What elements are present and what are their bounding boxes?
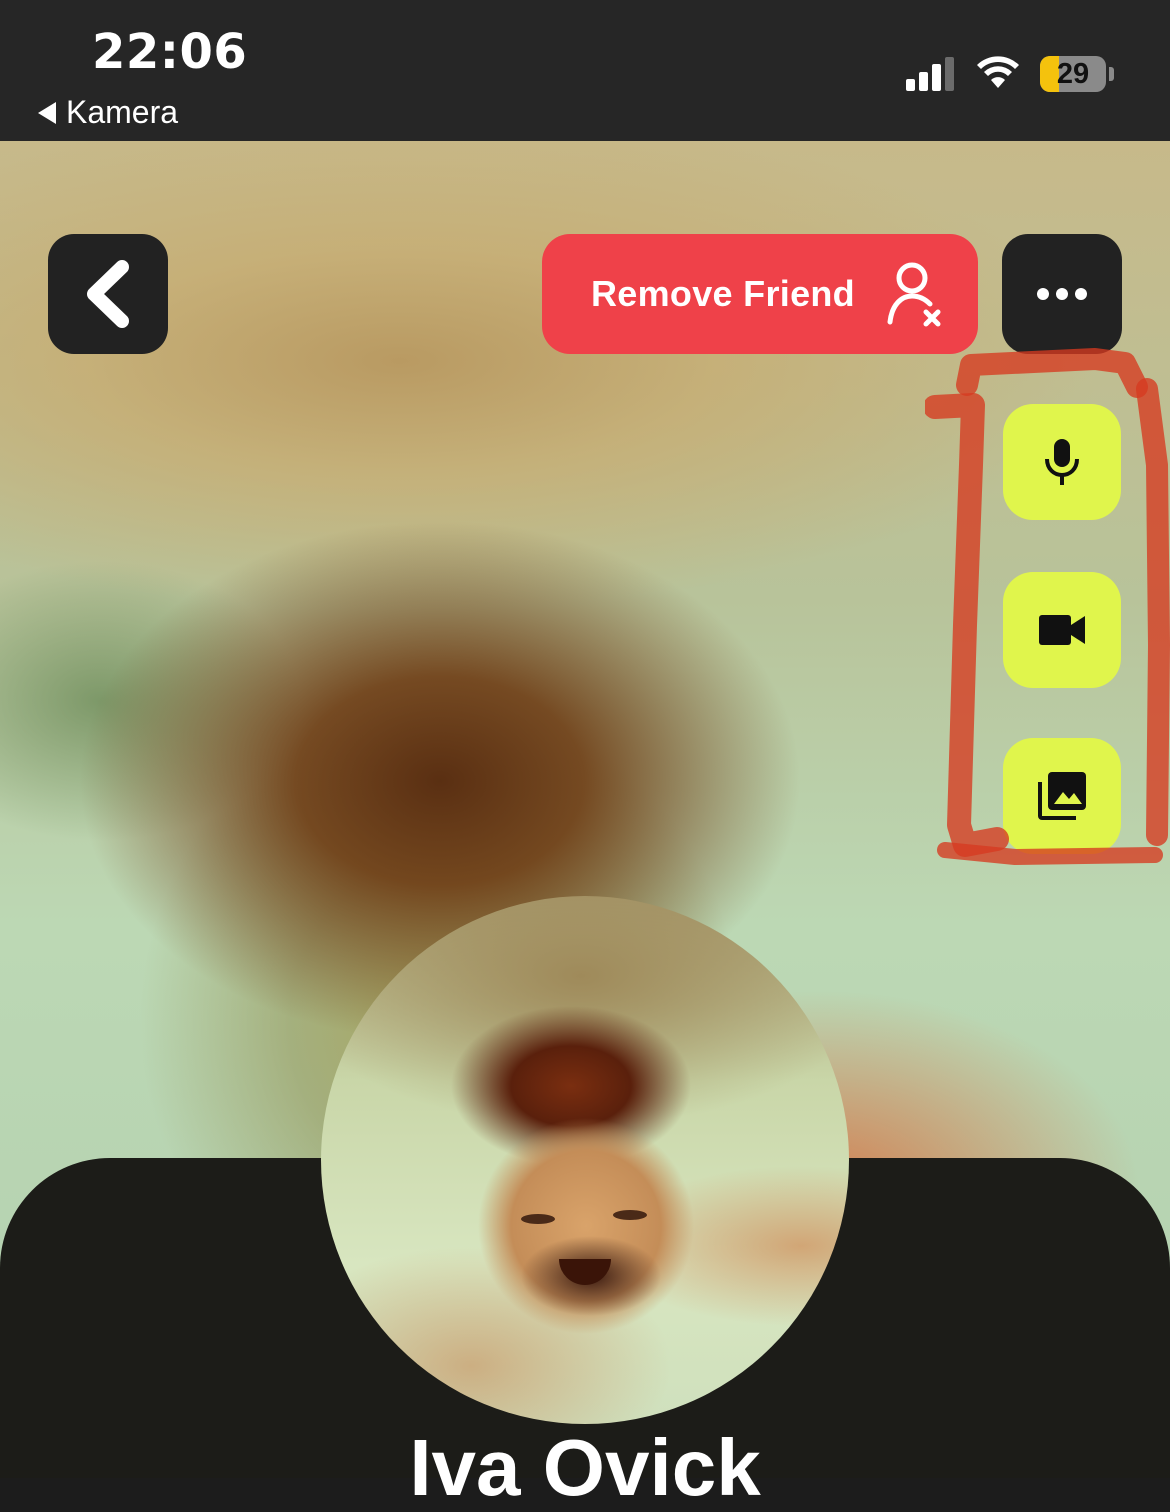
chevron-left-icon bbox=[87, 260, 129, 328]
avatar bbox=[321, 896, 849, 1424]
user-remove-icon bbox=[887, 262, 941, 327]
more-horizontal-icon bbox=[1037, 288, 1087, 300]
remove-friend-button[interactable]: Remove Friend bbox=[542, 234, 978, 354]
annotation-highlight bbox=[925, 348, 1170, 865]
avatar-eye-left bbox=[521, 1214, 555, 1224]
remove-friend-label: Remove Friend bbox=[591, 273, 855, 314]
battery-cap bbox=[1109, 67, 1114, 81]
status-time: 22:06 bbox=[92, 24, 248, 80]
status-bar: 22:06 Kamera 29 bbox=[0, 0, 1170, 141]
profile-name: Iva Ovick bbox=[409, 1423, 761, 1512]
avatar-mouth bbox=[559, 1259, 611, 1285]
back-to-app-label: Kamera bbox=[66, 94, 179, 130]
back-to-app-link[interactable]: Kamera bbox=[38, 94, 178, 131]
cellular-signal-icon bbox=[906, 57, 956, 91]
battery-icon: 29 bbox=[1040, 56, 1106, 92]
wifi-icon bbox=[977, 56, 1019, 88]
back-button[interactable] bbox=[48, 234, 168, 354]
more-options-button[interactable] bbox=[1002, 234, 1122, 354]
back-triangle-icon bbox=[38, 101, 56, 124]
battery-level: 29 bbox=[1056, 58, 1090, 90]
avatar-eye-right bbox=[613, 1210, 647, 1220]
